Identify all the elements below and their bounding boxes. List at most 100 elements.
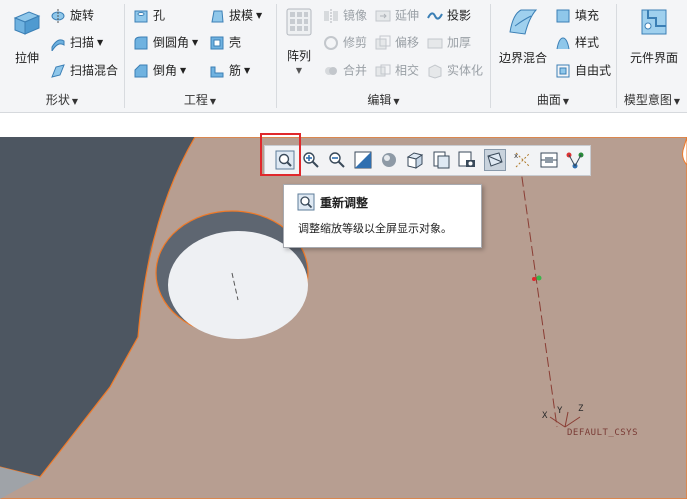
rib-icon [210, 66, 224, 77]
repaint-icon [354, 151, 372, 169]
zoom-out-button[interactable] [326, 149, 348, 171]
engineering-group-label[interactable]: 工程 ▼ [125, 90, 275, 110]
shape-group: 拉伸 旋转 扫描 ▼ 扫描混合 形状 ▼ [0, 0, 124, 112]
extend-label: 延伸 [395, 8, 420, 23]
offset-button[interactable]: 偏移 [375, 32, 419, 52]
pattern-dropdown-icon[interactable]: ▼ [281, 66, 317, 75]
project-button[interactable]: 投影 [427, 5, 471, 25]
svg-text:x: x [514, 152, 518, 160]
boundary-blend-label: 边界混合 [498, 51, 547, 65]
thicken-icon [427, 38, 443, 48]
chevron-down-icon: ▼ [393, 97, 400, 106]
editing-group-label[interactable]: 编辑 ▼ [277, 90, 490, 110]
round-dropdown-icon[interactable]: ▼ [192, 38, 198, 47]
ribbon: 拉伸 旋转 扫描 ▼ 扫描混合 形状 ▼ 孔 倒圆角 ▼ 倒角 ▼ 拔模 ▼ 壳 筋 ▼ [0, 0, 687, 113]
round-label: 倒圆角 [153, 35, 190, 50]
csys-axis-z-label: Z [578, 404, 584, 414]
hole-label: 孔 [153, 8, 166, 23]
refit-highlight-box [260, 133, 301, 176]
view-manager-button[interactable] [456, 149, 478, 171]
chamfer-dropdown-icon[interactable]: ▼ [180, 66, 186, 75]
datum-display-button[interactable]: x [512, 149, 534, 171]
surfaces-group-label[interactable]: 曲面 ▼ [491, 90, 615, 110]
csys-axis-x-label: X [542, 411, 548, 421]
swept-blend-button[interactable]: 扫描混合 [50, 60, 118, 80]
extend-button[interactable]: 延伸 [375, 5, 419, 25]
annotation-display-button[interactable] [564, 149, 586, 171]
trim-button[interactable]: 修剪 [323, 32, 367, 52]
display-style-icon [382, 153, 396, 167]
thicken-label: 加厚 [447, 35, 472, 50]
thicken-button[interactable]: 加厚 [427, 32, 471, 52]
spin-center-button[interactable] [538, 149, 560, 171]
editing-group: 阵列 ▼ 镜像 修剪 合并 延伸 偏移 相交 投影 加厚 实体化 编辑 ▼ [277, 0, 490, 112]
csys-label: DEFAULT_CSYS [567, 428, 639, 438]
draft-dropdown-icon[interactable]: ▼ [256, 11, 262, 20]
repaint-button[interactable] [352, 149, 374, 171]
project-label: 投影 [447, 8, 472, 23]
rib-dropdown-icon[interactable]: ▼ [244, 66, 250, 75]
view-manager-icon [458, 151, 475, 167]
style-button[interactable]: 样式 [555, 32, 599, 52]
chevron-down-icon: ▼ [209, 97, 217, 106]
trim-icon [324, 35, 338, 50]
annotation-display-icon [566, 152, 584, 169]
swept-blend-icon [51, 63, 65, 78]
datum-display-icon: x [514, 152, 531, 168]
boundary-blend-icon [509, 9, 538, 35]
freestyle-label: 自由式 [575, 63, 612, 78]
mirror-label: 镜像 [343, 8, 368, 23]
named-views-icon [433, 151, 450, 169]
rib-button[interactable]: 筋 ▼ [209, 60, 250, 80]
extend-icon [375, 10, 391, 21]
hole-button[interactable]: 孔 [133, 5, 165, 25]
freestyle-button[interactable]: 自由式 [555, 60, 611, 80]
swept-blend-label: 扫描混合 [70, 63, 119, 78]
intersect-icon [375, 64, 391, 76]
revolve-button[interactable]: 旋转 [50, 5, 94, 25]
sweep-icon [51, 38, 65, 51]
merge-label: 合并 [343, 63, 368, 78]
boundary-blend-button[interactable]: 边界混合 [495, 6, 551, 66]
style-icon [556, 36, 570, 49]
named-views-button[interactable] [430, 149, 452, 171]
intersect-button[interactable]: 相交 [375, 60, 419, 80]
merge-icon [325, 66, 337, 75]
draft-button[interactable]: 拔模 ▼ [209, 5, 262, 25]
perspective-view-button[interactable] [484, 149, 506, 171]
sweep-dropdown-icon[interactable]: ▼ [97, 38, 103, 47]
chamfer-label: 倒角 [153, 63, 178, 78]
shell-icon [210, 36, 224, 49]
tooltip-description: 调整缩放等级以全屏显示对象。 [298, 222, 452, 235]
display-style-button[interactable] [378, 149, 400, 171]
extrude-button[interactable]: 拉伸 [6, 6, 48, 66]
revolve-icon [51, 8, 65, 23]
refit-icon [297, 193, 315, 211]
engineering-group: 孔 倒圆角 ▼ 倒角 ▼ 拔模 ▼ 壳 筋 ▼ 工程 ▼ [125, 0, 275, 112]
model-intent-group-label[interactable]: 模型意图 ▼ [617, 90, 687, 110]
mirror-icon [324, 8, 338, 23]
chevron-down-icon: ▼ [673, 97, 681, 106]
round-button[interactable]: 倒圆角 ▼ [133, 32, 198, 52]
solidify-button[interactable]: 实体化 [427, 60, 483, 80]
draft-icon [211, 10, 224, 22]
fill-button[interactable]: 填充 [555, 5, 599, 25]
saved-orientations-button[interactable] [404, 149, 426, 171]
pattern-button[interactable]: 阵列 ▼ [281, 6, 317, 78]
datum-point-red [532, 277, 536, 281]
chamfer-button[interactable]: 倒角 ▼ [133, 60, 186, 80]
datum-point-green [536, 275, 542, 281]
merge-button[interactable]: 合并 [323, 60, 367, 80]
shell-button[interactable]: 壳 [209, 32, 241, 52]
sweep-button[interactable]: 扫描 ▼ [50, 32, 103, 52]
shape-group-label[interactable]: 形状 ▼ [0, 90, 124, 110]
component-interface-button[interactable]: 元件界面 [623, 6, 685, 66]
project-icon [427, 11, 443, 20]
chevron-down-icon: ▼ [562, 97, 570, 106]
mirror-button[interactable]: 镜像 [323, 5, 367, 25]
freestyle-icon [556, 64, 570, 77]
chevron-down-icon: ▼ [71, 97, 79, 106]
zoom-in-button[interactable] [300, 149, 322, 171]
shell-label: 壳 [229, 35, 242, 50]
surfaces-group: 边界混合 填充 样式 自由式 曲面 ▼ [491, 0, 615, 112]
